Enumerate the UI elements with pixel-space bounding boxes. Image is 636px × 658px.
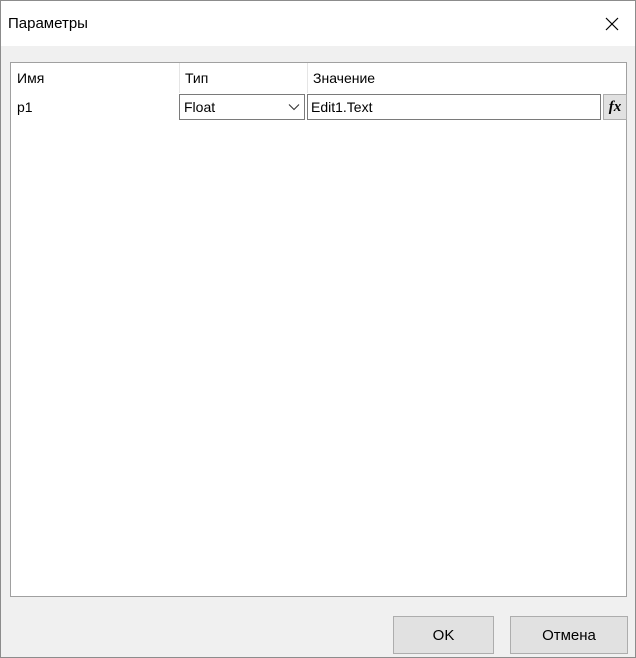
value-input[interactable]: Edit1.Text [307, 94, 601, 120]
cancel-button[interactable]: Отмена [510, 616, 628, 654]
type-dropdown[interactable]: Float [179, 94, 305, 120]
parameters-dialog: Параметры Имя Тип Значение p1 Float Edit… [0, 0, 636, 658]
close-button[interactable] [589, 1, 635, 46]
ok-button[interactable]: OK [393, 616, 494, 654]
type-dropdown-value: Float [184, 99, 216, 115]
dialog-client-area: Имя Тип Значение p1 Float Edit1.Text fx … [1, 46, 635, 657]
param-name-cell[interactable]: p1 [11, 93, 179, 121]
column-header-value[interactable]: Значение [307, 63, 626, 93]
grid-header: Имя Тип Значение [11, 63, 626, 93]
parameters-grid[interactable]: Имя Тип Значение p1 Float Edit1.Text fx [10, 62, 627, 597]
expression-builder-button[interactable]: fx [603, 94, 627, 120]
function-icon: fx [608, 98, 622, 115]
title-bar: Параметры [1, 1, 635, 46]
column-header-type[interactable]: Тип [179, 63, 307, 93]
window-title: Параметры [8, 15, 88, 32]
column-header-name[interactable]: Имя [11, 63, 179, 93]
chevron-down-icon[interactable] [284, 95, 304, 119]
table-row[interactable]: p1 Float Edit1.Text fx [11, 93, 627, 121]
close-icon [605, 17, 619, 30]
